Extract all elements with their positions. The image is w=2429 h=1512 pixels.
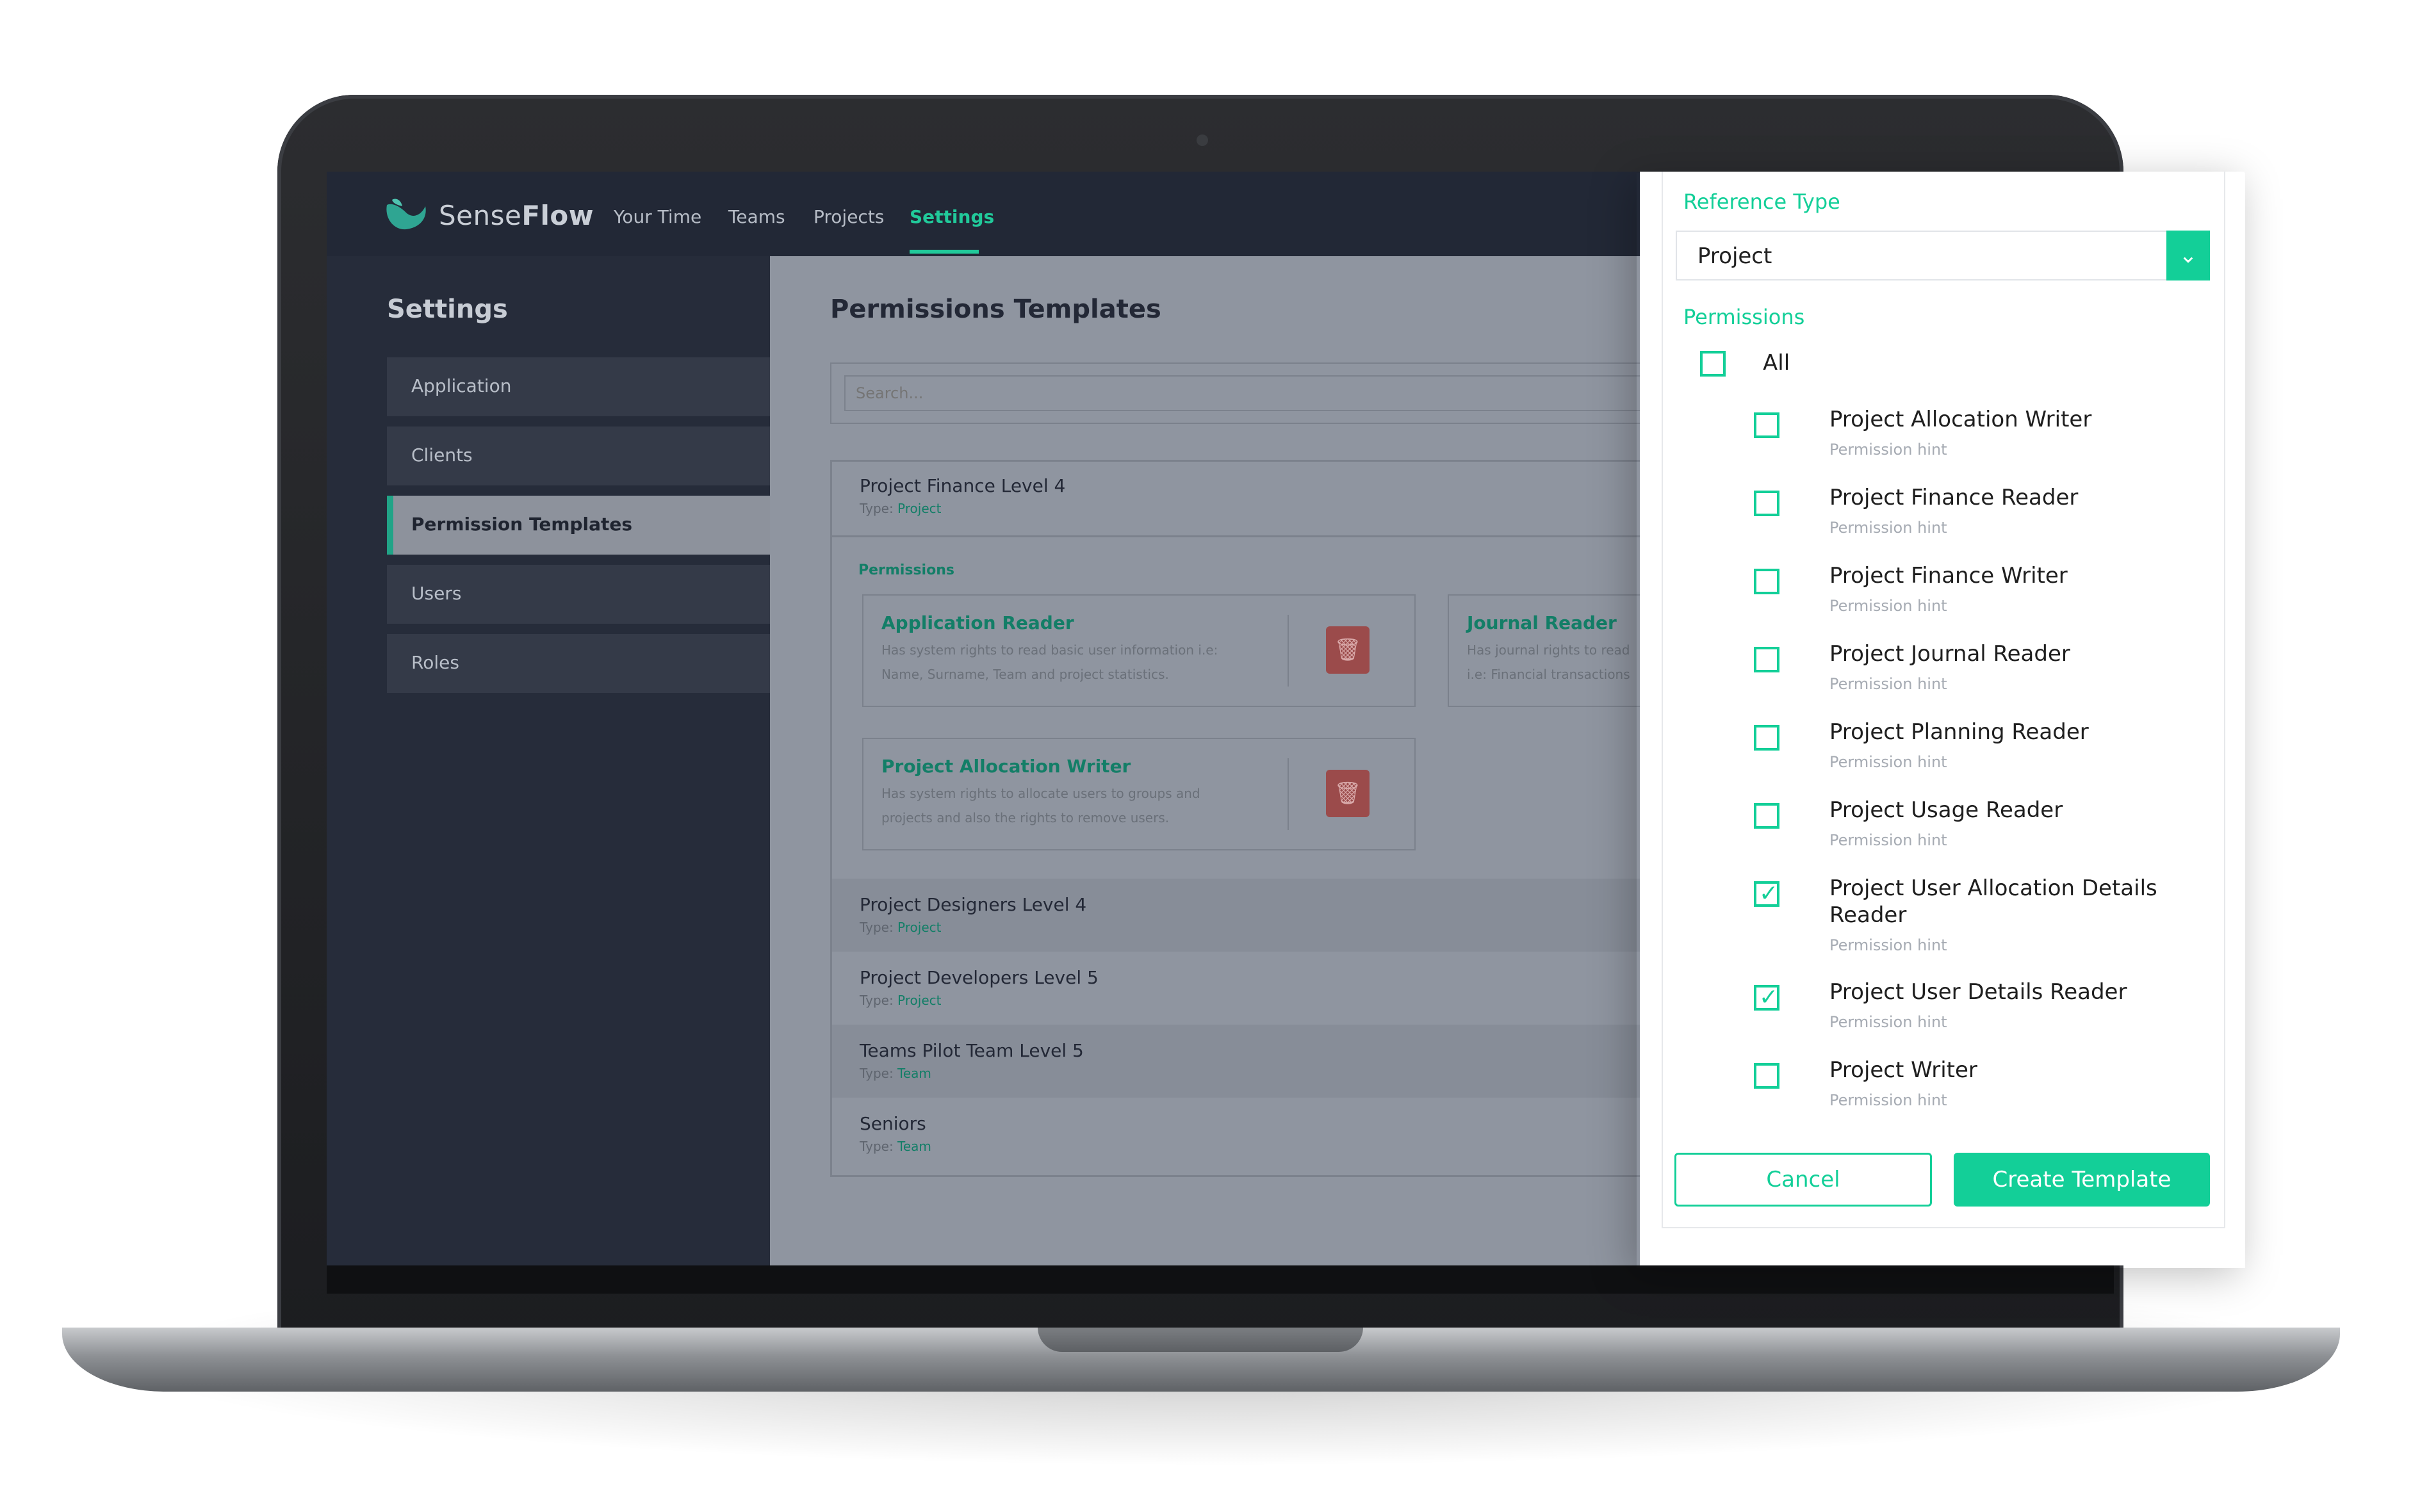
app-logo-text[interactable]: SenseFlow: [439, 200, 594, 231]
permission-name: Project Writer: [1829, 1057, 1977, 1083]
page-title: Permissions Templates: [830, 295, 1161, 324]
template-type: Type: Project: [860, 501, 942, 516]
permission-hint: Permission hint: [1829, 936, 1947, 954]
permission-checkbox[interactable]: [1754, 647, 1779, 672]
delete-button[interactable]: 🗑: [1326, 626, 1370, 674]
checkbox-all-label: All: [1763, 350, 1790, 376]
permissions-label: Permissions: [858, 562, 954, 578]
permission-name: Project User Details Reader: [1829, 979, 2127, 1005]
card-separator: [1288, 758, 1289, 830]
reference-type-select[interactable]: Project: [1676, 231, 2210, 280]
permission-hint: Permission hint: [1829, 1013, 1947, 1031]
permission-checkbox[interactable]: [1754, 569, 1779, 594]
camera-icon: [1197, 134, 1208, 146]
permission-hint: Permission hint: [1829, 753, 1947, 771]
trash-icon: 🗑: [1334, 637, 1362, 663]
permission-name: Project Planning Reader: [1829, 719, 2089, 745]
sidebar-item-application[interactable]: Application: [387, 357, 770, 416]
delete-button[interactable]: 🗑: [1326, 770, 1370, 817]
permission-description: Has system rights to allocate users to g…: [881, 786, 1200, 825]
nav-your-time[interactable]: Your Time: [614, 206, 701, 227]
permission-checkbox[interactable]: [1754, 803, 1779, 829]
permission-title: Application Reader: [881, 612, 1074, 633]
sidebar-item-users[interactable]: Users: [387, 565, 770, 624]
permission-name: Project Allocation Writer: [1829, 407, 2092, 432]
template-name[interactable]: Seniors: [860, 1113, 926, 1134]
permission-title: Project Allocation Writer: [881, 756, 1131, 777]
nav-settings[interactable]: Settings: [910, 206, 994, 227]
permission-name: Project Journal Reader: [1829, 641, 2070, 667]
permission-name: Project Finance Reader: [1829, 485, 2079, 510]
template-name[interactable]: Project Finance Level 4: [860, 475, 1065, 496]
permission-checkbox[interactable]: [1754, 412, 1779, 438]
checkmark-icon: ✓: [1759, 984, 1779, 1011]
permission-hint: Permission hint: [1829, 441, 1947, 459]
checkbox-all[interactable]: [1700, 351, 1726, 377]
sidebar-item-roles[interactable]: Roles: [387, 634, 770, 693]
permission-hint: Permission hint: [1829, 519, 1947, 537]
permissions-label: Permissions: [1683, 305, 1805, 329]
chevron-down-icon[interactable]: ⌄: [2166, 231, 2210, 280]
checkmark-icon: ✓: [1759, 881, 1779, 907]
permission-hint: Permission hint: [1829, 675, 1947, 693]
senseflow-logo-icon: [386, 199, 426, 230]
permission-checkbox[interactable]: [1754, 1063, 1779, 1089]
permission-checkbox[interactable]: [1754, 725, 1779, 751]
nav-projects[interactable]: Projects: [814, 206, 884, 227]
permission-checkbox[interactable]: ✓: [1754, 881, 1779, 907]
nav-teams[interactable]: Teams: [728, 206, 785, 227]
permission-name: Project Finance Writer: [1829, 563, 2068, 589]
nav-active-indicator: [910, 250, 979, 254]
permission-hint: Permission hint: [1829, 597, 1947, 615]
sidebar-title: Settings: [387, 295, 508, 324]
sidebar-item-permission-templates[interactable]: Permission Templates: [387, 496, 770, 555]
template-name[interactable]: Project Developers Level 5: [860, 967, 1099, 988]
permission-checkbox[interactable]: [1754, 491, 1779, 516]
permission-hint: Permission hint: [1829, 831, 1947, 849]
permission-title: Journal Reader: [1467, 612, 1617, 633]
template-type: Type: Team: [860, 1066, 931, 1081]
laptop-notch: [1038, 1328, 1363, 1352]
template-name[interactable]: Project Designers Level 4: [860, 894, 1086, 915]
permission-name: Project User Allocation Details Reader: [1829, 875, 2157, 928]
template-type: Type: Project: [860, 920, 942, 935]
permission-description: Has system rights to read basic user inf…: [881, 642, 1218, 682]
template-name[interactable]: Teams Pilot Team Level 5: [860, 1040, 1084, 1061]
reference-type-label: Reference Type: [1683, 190, 1840, 214]
cancel-button[interactable]: Cancel: [1674, 1153, 1932, 1207]
permission-checkbox[interactable]: ✓: [1754, 985, 1779, 1011]
permission-name: Project Usage Reader: [1829, 797, 2063, 823]
permission-description: Has journal rights to read i.e: Financial…: [1467, 642, 1630, 682]
screen-bezel: [327, 1265, 2114, 1294]
card-separator: [1288, 615, 1289, 687]
create-template-button[interactable]: Create Template: [1954, 1153, 2210, 1207]
template-type: Type: Team: [860, 1139, 931, 1154]
sidebar-item-clients[interactable]: Clients: [387, 427, 770, 485]
permission-hint: Permission hint: [1829, 1091, 1947, 1109]
trash-icon: 🗑: [1334, 781, 1362, 806]
template-type: Type: Project: [860, 993, 942, 1008]
